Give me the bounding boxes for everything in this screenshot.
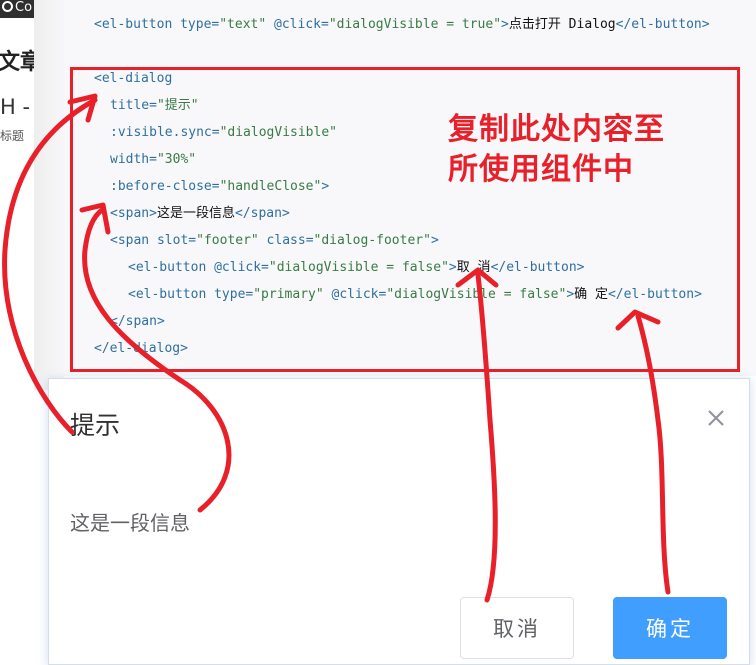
code-line-1: <el-button type="text" @click="dialogVis…	[94, 17, 710, 32]
annotation-line-2: 所使用组件中	[448, 152, 634, 187]
editor-sidebar: Co 文章 H - 标题	[0, 0, 34, 665]
annotation-line-1: 复制此处内容至	[448, 112, 665, 147]
article-title: 文章	[0, 50, 34, 75]
dialog-title: 提示	[70, 411, 121, 440]
heading-dropdown[interactable]: H -	[0, 95, 30, 119]
dialog-body-text: 这是一段信息	[70, 511, 190, 535]
gutter	[34, 0, 64, 390]
copy-instruction-annotation: 复制此处内容至 所使用组件中	[448, 110, 718, 190]
cancel-button[interactable]: 取消	[460, 597, 574, 659]
app-icon	[2, 1, 13, 12]
dialog: 提示 这是一段信息 取消 确定	[48, 378, 750, 665]
sidebar-tab[interactable]: Co	[0, 0, 34, 18]
heading-sub-label: 标题	[0, 129, 25, 143]
close-icon[interactable]	[701, 403, 731, 433]
sidebar-tab-label: Co	[15, 0, 33, 15]
confirm-button[interactable]: 确定	[613, 597, 727, 659]
